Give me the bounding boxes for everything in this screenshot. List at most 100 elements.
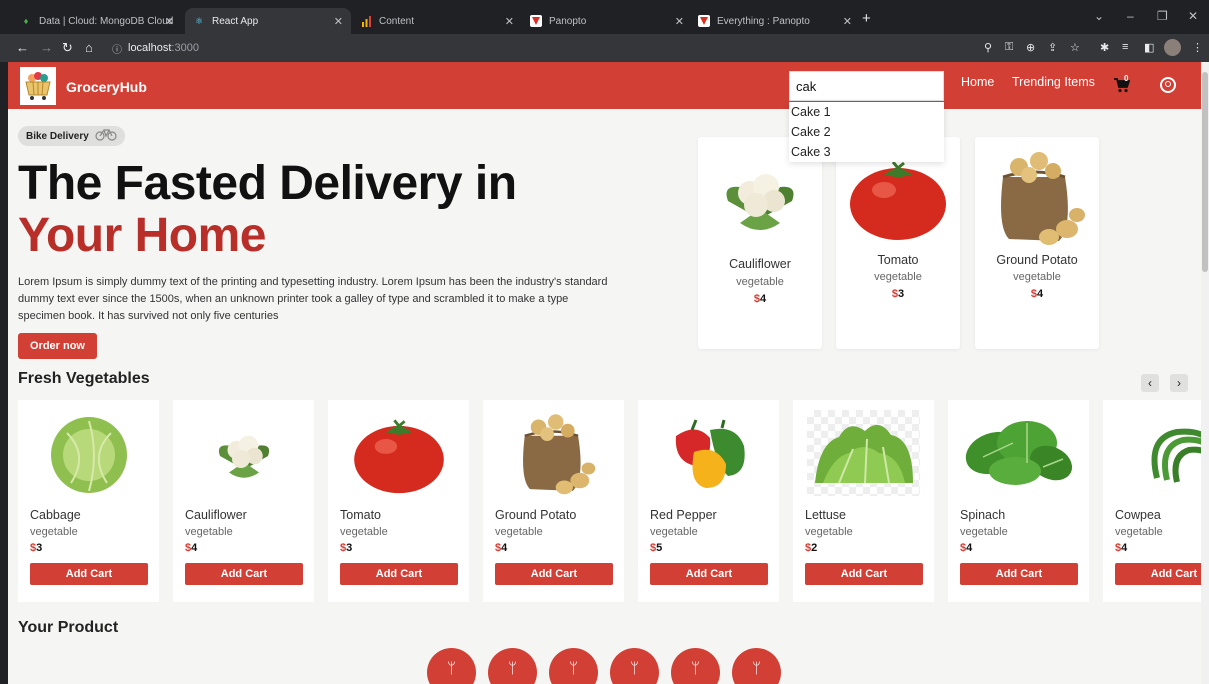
product-name: Cauliflower: [185, 508, 247, 522]
price-value: 4: [1037, 288, 1044, 300]
product-category: vegetable: [30, 526, 78, 538]
add-cart-button[interactable]: Add Cart: [650, 563, 768, 585]
fork-knife-icon[interactable]: ᛘ: [427, 648, 476, 684]
price-value: 3: [346, 542, 353, 554]
close-icon[interactable]: ✕: [165, 15, 174, 28]
product-price: $3: [340, 542, 352, 554]
badge-label: Bike Delivery: [26, 130, 89, 142]
product-price: $4: [975, 288, 1099, 300]
side-panel-icon[interactable]: ◧: [1144, 41, 1154, 54]
restore-icon[interactable]: ❐: [1157, 9, 1168, 23]
close-icon[interactable]: ✕: [334, 15, 343, 28]
hero-product-card[interactable]: Cauliflower vegetable $4: [698, 137, 822, 349]
order-now-button[interactable]: Order now: [18, 333, 97, 359]
product-price: $4: [495, 542, 507, 554]
address-bar[interactable]: ⓘ localhost :3000: [104, 38, 969, 58]
cowpea-image: [1117, 410, 1201, 496]
add-cart-button[interactable]: Add Cart: [1115, 563, 1201, 585]
back-arrow-icon[interactable]: ←: [16, 40, 29, 55]
profile-avatar[interactable]: [1164, 39, 1181, 56]
reading-list-icon[interactable]: ≡: [1122, 41, 1128, 53]
hero-product-card[interactable]: Tomato vegetable $3: [836, 137, 960, 349]
location-pin-icon[interactable]: ⚲: [984, 41, 992, 54]
extensions-puzzle-icon[interactable]: ✱: [1100, 41, 1109, 54]
forward-arrow-icon[interactable]: →: [40, 40, 53, 55]
add-cart-button[interactable]: Add Cart: [185, 563, 303, 585]
page-scrollbar-thumb[interactable]: [1202, 72, 1208, 272]
add-cart-button[interactable]: Add Cart: [340, 563, 458, 585]
more-menu-icon[interactable]: ⋮: [1192, 41, 1203, 54]
site-info-icon[interactable]: ⓘ: [112, 41, 122, 56]
bookmark-star-icon[interactable]: ☆: [1070, 41, 1080, 54]
account-icon[interactable]: [1160, 77, 1176, 93]
nav-trending-items[interactable]: Trending Items: [1012, 75, 1095, 89]
share-icon[interactable]: ⇪: [1048, 41, 1057, 54]
cabbage-image: [32, 410, 145, 496]
vegetable-card: Lettuse vegetable $2 Add Cart: [793, 400, 934, 602]
product-name: Spinach: [960, 508, 1006, 522]
grocery-basket-logo-icon[interactable]: [20, 67, 56, 105]
close-icon[interactable]: ✕: [675, 15, 684, 28]
potato-sack-image: [987, 145, 1087, 249]
mongodb-leaf-icon: ♦: [23, 16, 29, 26]
suggestion-item[interactable]: Cake 2: [789, 122, 944, 142]
hero-title-line1: The Fasted Delivery in: [18, 157, 517, 210]
tab-title: React App: [212, 15, 259, 27]
search-input[interactable]: [789, 71, 944, 101]
price-value: 4: [191, 542, 198, 554]
add-cart-button[interactable]: Add Cart: [805, 563, 923, 585]
product-price: $4: [698, 293, 822, 305]
product-name: Cabbage: [30, 508, 81, 522]
product-name: Tomato: [877, 253, 919, 267]
reload-icon[interactable]: ↻: [62, 40, 73, 56]
product-name: Lettuse: [805, 508, 847, 522]
price-value: 3: [898, 288, 905, 300]
key-icon[interactable]: ⚿: [1005, 41, 1013, 54]
product-price: $4: [185, 542, 197, 554]
vegetable-card: Cowpea vegetable $4 Add Cart: [1103, 400, 1201, 602]
product-name: Cauliflower: [729, 257, 791, 271]
add-cart-button[interactable]: Add Cart: [30, 563, 148, 585]
close-icon[interactable]: ✕: [843, 15, 852, 28]
browser-tab-mongodb[interactable]: ♦ Data | Cloud: MongoDB Cloud ✕: [12, 8, 182, 34]
product-category: vegetable: [805, 526, 853, 538]
home-icon[interactable]: ⌂: [85, 40, 93, 55]
product-category: vegetable: [340, 526, 388, 538]
price-value: 4: [760, 293, 767, 305]
product-category: vegetable: [650, 526, 698, 538]
suggestion-item[interactable]: Cake 1: [789, 102, 944, 122]
new-tab-plus-icon[interactable]: +: [862, 10, 871, 27]
browser-tab-everything-panopto[interactable]: Everything : Panopto ✕: [690, 8, 860, 34]
product-category: vegetable: [960, 526, 1008, 538]
fork-knife-icon[interactable]: ᛘ: [610, 648, 659, 684]
scroll-right-chevron-icon[interactable]: ›: [1170, 374, 1188, 392]
add-cart-button[interactable]: Add Cart: [495, 563, 613, 585]
product-category: vegetable: [495, 526, 543, 538]
scroll-left-chevron-icon[interactable]: ‹: [1141, 374, 1159, 392]
fork-knife-icon[interactable]: ᛘ: [549, 648, 598, 684]
product-price: $3: [836, 288, 960, 300]
browser-tab-react-app[interactable]: ⚛ React App ✕: [185, 8, 351, 34]
price-value: 5: [656, 542, 663, 554]
browser-tab-content[interactable]: Content ✕: [352, 8, 522, 34]
suggestion-item[interactable]: Cake 3: [789, 142, 944, 162]
spinach-image: [962, 410, 1075, 496]
price-value: 3: [36, 542, 43, 554]
fork-knife-icon[interactable]: ᛘ: [488, 648, 537, 684]
fork-knife-icon[interactable]: ᛘ: [732, 648, 781, 684]
add-cart-button[interactable]: Add Cart: [960, 563, 1078, 585]
panopto-icon: [530, 15, 542, 27]
hero-product-card[interactable]: Ground Potato vegetable $4: [975, 137, 1099, 349]
window-close-icon[interactable]: ✕: [1188, 9, 1198, 23]
browser-tab-panopto[interactable]: Panopto ✕: [522, 8, 692, 34]
install-app-icon[interactable]: ⊕: [1026, 41, 1035, 54]
product-name: Ground Potato: [495, 508, 577, 522]
close-icon[interactable]: ✕: [505, 15, 514, 28]
brand-name[interactable]: GroceryHub: [66, 79, 147, 95]
fork-knife-icon[interactable]: ᛘ: [671, 648, 720, 684]
tab-search-chevron-icon[interactable]: ⌄: [1094, 9, 1104, 23]
nav-home[interactable]: Home: [961, 75, 994, 89]
product-name: Red Pepper: [650, 508, 717, 522]
minimize-icon[interactable]: –: [1127, 9, 1134, 23]
bar-chart-icon: [360, 15, 372, 27]
